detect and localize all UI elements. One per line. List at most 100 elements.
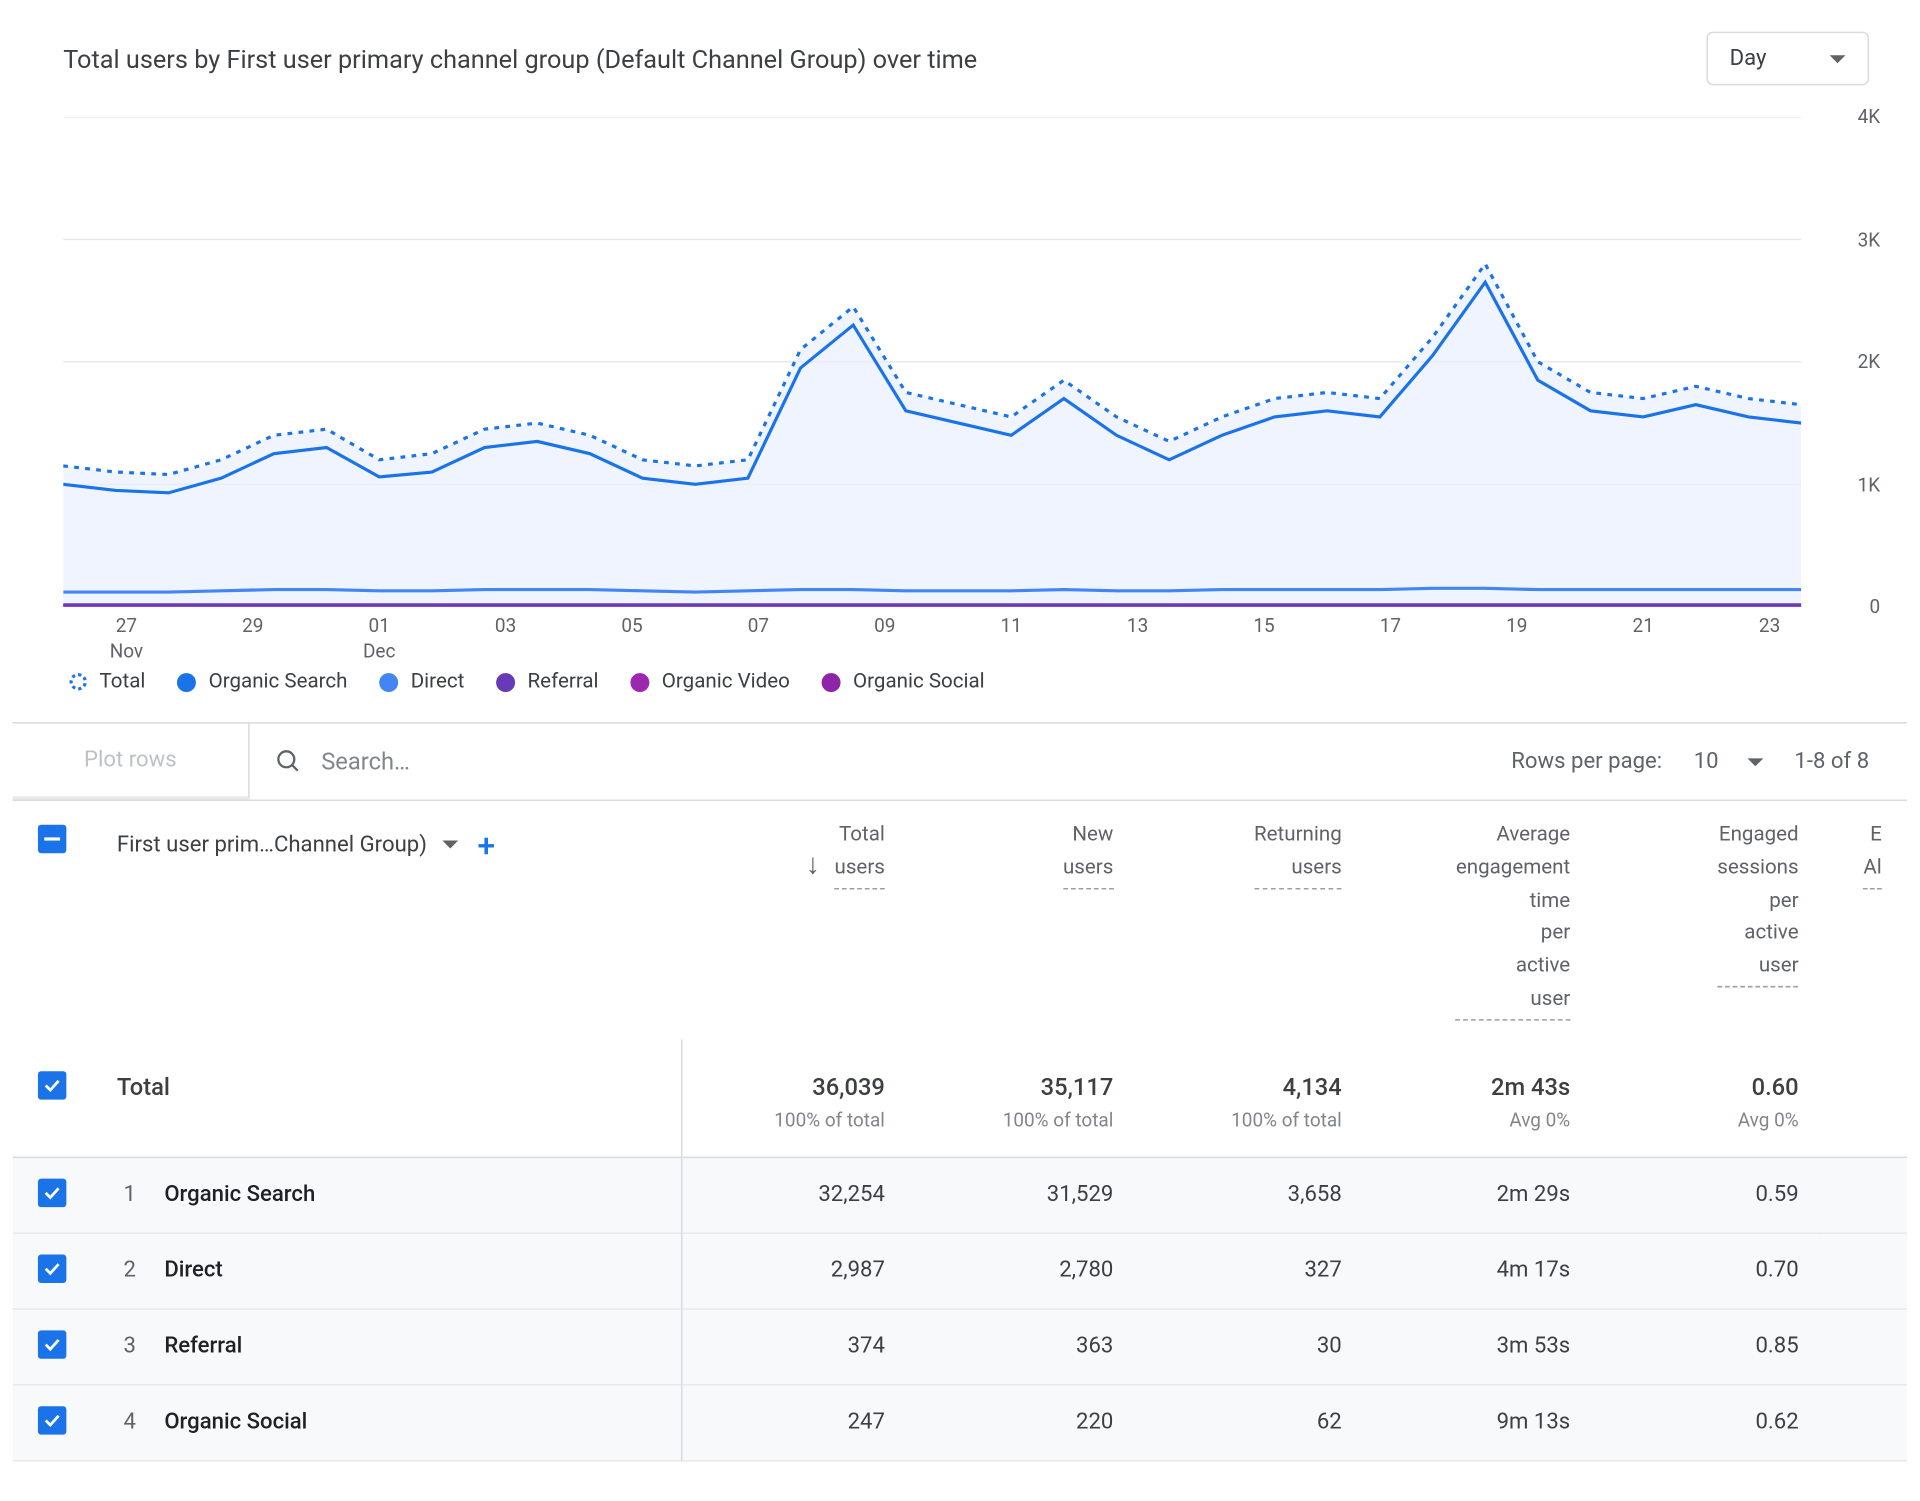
column-header-returning-users[interactable]: Returningusers bbox=[1139, 801, 1367, 1039]
cell: 62 bbox=[1139, 1385, 1367, 1461]
table-row[interactable]: 2Direct2,9872,7803274m 17s0.70 bbox=[13, 1233, 1907, 1309]
total-cell: 36,039 bbox=[682, 1039, 910, 1109]
add-dimension-button[interactable]: + bbox=[477, 820, 495, 871]
total-cell: 2m 43s bbox=[1367, 1039, 1595, 1109]
cell: 0.70 bbox=[1595, 1233, 1823, 1309]
x-axis-label: 13 bbox=[1127, 615, 1148, 640]
column-header-total-users[interactable]: ↓ Totalusers bbox=[682, 801, 910, 1039]
y-axis-label: 2K bbox=[1817, 351, 1880, 373]
cell: 327 bbox=[1139, 1233, 1367, 1309]
x-axis-label: 09 bbox=[874, 615, 895, 640]
cell: 3m 53s bbox=[1367, 1309, 1595, 1385]
x-axis-label: 23 bbox=[1759, 615, 1780, 640]
rows-per-page-label: Rows per page: bbox=[1511, 749, 1662, 774]
cell: 2,780 bbox=[910, 1233, 1138, 1309]
line-chart: 01K2K3K4K27Nov2901Dec0305070911131517192… bbox=[13, 117, 1907, 623]
cell: 3,658 bbox=[1139, 1157, 1367, 1233]
select-all-checkbox[interactable] bbox=[38, 825, 66, 853]
legend-dot bbox=[630, 672, 649, 691]
total-sub-cell: 100% of total bbox=[1139, 1109, 1367, 1157]
dimension-select[interactable]: First user prim…Channel Group) bbox=[117, 828, 459, 863]
cell: 247 bbox=[682, 1385, 910, 1461]
legend-label: Total bbox=[100, 670, 146, 694]
legend-label: Organic Social bbox=[853, 670, 985, 694]
rows-per-page-select[interactable]: 10 bbox=[1694, 749, 1763, 774]
column-header-avg-engagement[interactable]: Averageengagementtimeperactiveuser bbox=[1367, 801, 1595, 1039]
y-axis-label: 1K bbox=[1817, 473, 1880, 495]
search-input[interactable] bbox=[321, 747, 1486, 775]
y-axis-label: 4K bbox=[1817, 106, 1880, 128]
cell: 30 bbox=[1139, 1309, 1367, 1385]
row-checkbox[interactable] bbox=[38, 1071, 66, 1099]
x-axis-label: 17 bbox=[1380, 615, 1401, 640]
total-sub-cell: 100% of total bbox=[910, 1109, 1138, 1157]
total-cell: 4,134 bbox=[1139, 1039, 1367, 1109]
total-sub-cell: 100% of total bbox=[682, 1109, 910, 1157]
x-axis-label: 19 bbox=[1506, 615, 1527, 640]
chart-legend: Total Organic Search Direct Referral Organic… bbox=[13, 623, 1907, 723]
cell: 220 bbox=[910, 1385, 1138, 1461]
y-axis-label: 0 bbox=[1817, 596, 1880, 618]
legend-item[interactable]: Direct bbox=[379, 670, 464, 694]
cell: 2,987 bbox=[682, 1233, 910, 1309]
x-axis-label: 07 bbox=[748, 615, 769, 640]
total-sub-cell: Avg 0% bbox=[1367, 1109, 1595, 1157]
x-axis-label: 01Dec bbox=[363, 615, 395, 664]
legend-item[interactable]: Total bbox=[70, 670, 146, 694]
total-cell: 0.60 bbox=[1595, 1039, 1823, 1109]
chevron-down-icon bbox=[443, 841, 459, 849]
cell: 2m 29s bbox=[1367, 1157, 1595, 1233]
row-name: 4Organic Social bbox=[92, 1385, 682, 1461]
table-row[interactable]: 3Referral374363303m 53s0.85 bbox=[13, 1309, 1907, 1385]
row-checkbox[interactable] bbox=[38, 1331, 66, 1359]
legend-label: Direct bbox=[411, 670, 465, 694]
x-axis-label: 29 bbox=[242, 615, 263, 640]
row-checkbox[interactable] bbox=[38, 1179, 66, 1207]
cell: 374 bbox=[682, 1309, 910, 1385]
cell: 0.59 bbox=[1595, 1157, 1823, 1233]
column-header-more[interactable]: EAl bbox=[1824, 801, 1907, 1039]
legend-item[interactable]: Organic Social bbox=[821, 670, 984, 694]
arrow-down-icon: ↓ bbox=[806, 848, 820, 881]
legend-dot bbox=[379, 672, 398, 691]
cell: 31,529 bbox=[910, 1157, 1138, 1233]
column-header-engaged-sessions[interactable]: Engagedsessionsperactiveuser bbox=[1595, 801, 1823, 1039]
legend-dot bbox=[177, 672, 196, 691]
plot-rows-button[interactable]: Plot rows bbox=[13, 724, 250, 800]
y-axis-label: 3K bbox=[1817, 228, 1880, 250]
cell: 363 bbox=[910, 1309, 1138, 1385]
x-axis-label: 27Nov bbox=[110, 615, 143, 664]
table-row[interactable]: 1Organic Search32,25431,5293,6582m 29s0.… bbox=[13, 1157, 1907, 1233]
chevron-down-icon bbox=[1830, 55, 1846, 63]
total-label: Total bbox=[92, 1039, 682, 1109]
legend-item[interactable]: Organic Search bbox=[177, 670, 347, 694]
pagination-range: 1-8 of 8 bbox=[1794, 749, 1869, 774]
total-sub-cell: Avg 0% bbox=[1595, 1109, 1823, 1157]
legend-label: Organic Video bbox=[662, 670, 790, 694]
x-axis-label: 03 bbox=[495, 615, 516, 640]
data-table: First user prim…Channel Group) + ↓ Total… bbox=[13, 801, 1907, 1461]
granularity-value: Day bbox=[1730, 46, 1767, 71]
table-row[interactable]: 4Organic Social247220629m 13s0.62 bbox=[13, 1385, 1907, 1461]
chevron-down-icon bbox=[1747, 758, 1763, 766]
column-header-new-users[interactable]: Newusers bbox=[910, 801, 1138, 1039]
row-checkbox[interactable] bbox=[38, 1255, 66, 1283]
row-checkbox[interactable] bbox=[38, 1407, 66, 1435]
row-name: 2Direct bbox=[92, 1233, 682, 1309]
legend-label: Referral bbox=[528, 670, 599, 694]
x-axis-label: 11 bbox=[1001, 615, 1022, 640]
cell: 9m 13s bbox=[1367, 1385, 1595, 1461]
legend-item[interactable]: Organic Video bbox=[630, 670, 790, 694]
row-name: 1Organic Search bbox=[92, 1157, 682, 1233]
legend-dot bbox=[821, 672, 840, 691]
granularity-select[interactable]: Day bbox=[1706, 32, 1869, 86]
cell: 0.62 bbox=[1595, 1385, 1823, 1461]
row-name: 3Referral bbox=[92, 1309, 682, 1385]
x-axis-label: 15 bbox=[1253, 615, 1274, 640]
legend-dot bbox=[496, 672, 515, 691]
chart-title: Total users by First user primary channe… bbox=[63, 43, 977, 73]
legend-label: Organic Search bbox=[209, 670, 348, 694]
search-icon bbox=[275, 747, 302, 775]
legend-dot bbox=[70, 673, 87, 690]
legend-item[interactable]: Referral bbox=[496, 670, 599, 694]
